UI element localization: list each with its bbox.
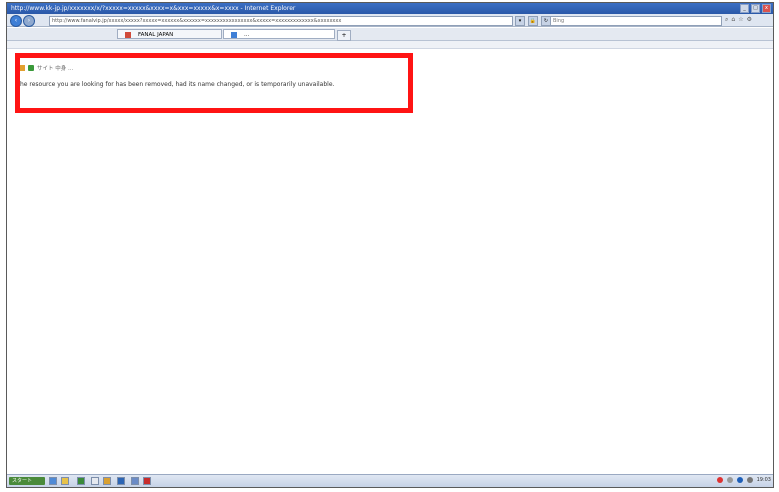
favorites-star-icon[interactable]: ☆	[738, 16, 743, 24]
home-icon[interactable]: ⌂	[731, 16, 735, 24]
search-icon[interactable]: ⌕	[725, 16, 728, 24]
system-tray: 19:03	[716, 477, 771, 483]
lock-icon[interactable]: 🔒	[528, 16, 538, 26]
taskbar: スタート 19:03	[7, 474, 773, 487]
browser-window: http://www.kk-jp.jp/xxxxxxx/x/?xxxxx=xxx…	[6, 2, 774, 488]
ie-taskbar-icon[interactable]	[49, 477, 57, 485]
forward-arrow-icon[interactable]: ›	[23, 15, 35, 27]
address-input[interactable]: http://www.fanalvip.jp/xxxxx/xxxxx?xxxxx…	[49, 16, 513, 26]
window-title: http://www.kk-jp.jp/xxxxxxx/x/?xxxxx=xxx…	[11, 5, 296, 12]
network-tray-icon[interactable]	[726, 477, 733, 483]
window-controls: _ □ x	[740, 4, 771, 13]
tab-current[interactable]: ...	[223, 29, 335, 39]
window-taskbar-icon[interactable]	[131, 477, 139, 485]
address-row: ‹ › http://www.fanalvip.jp/xxxxx/xxxxx?x…	[7, 14, 773, 27]
volume-tray-icon[interactable]	[746, 477, 753, 483]
gear-icon[interactable]: ⚙	[747, 16, 752, 24]
new-tab-button[interactable]: +	[337, 30, 351, 41]
site-favicon-icon	[125, 32, 131, 38]
start-button[interactable]: スタート	[9, 477, 45, 485]
search-input[interactable]: Bing	[550, 16, 722, 26]
clock: 19:03	[756, 477, 771, 483]
page-favicon-icon	[231, 32, 237, 38]
favorites-bar	[7, 41, 773, 49]
tab-fanal[interactable]: FANAL JAPAN	[117, 29, 222, 39]
back-arrow-icon[interactable]: ‹	[10, 15, 22, 27]
info-tray-icon[interactable]	[736, 477, 743, 483]
minimize-button[interactable]: _	[740, 4, 749, 13]
word-taskbar-icon[interactable]	[117, 477, 125, 485]
app-taskbar-icon[interactable]	[77, 477, 85, 485]
close-button[interactable]: x	[762, 4, 771, 13]
toolbar-icons: ⌕ ⌂ ☆ ⚙	[725, 16, 752, 24]
tab-label: ...	[244, 32, 250, 38]
dropdown-icon[interactable]: ▾	[515, 16, 525, 26]
title-bar: http://www.kk-jp.jp/xxxxxxx/x/?xxxxx=xxx…	[7, 3, 773, 14]
tab-label: FANAL JAPAN	[138, 32, 174, 38]
highlight-box	[15, 53, 413, 113]
tab-strip: FANAL JAPAN ... +	[7, 28, 773, 41]
explorer-taskbar-icon[interactable]	[91, 477, 99, 485]
alert-tray-icon[interactable]	[716, 477, 723, 483]
media-taskbar-icon[interactable]	[143, 477, 151, 485]
folder-taskbar-icon[interactable]	[61, 477, 69, 485]
maximize-button[interactable]: □	[751, 4, 760, 13]
tool-taskbar-icon[interactable]	[103, 477, 111, 485]
